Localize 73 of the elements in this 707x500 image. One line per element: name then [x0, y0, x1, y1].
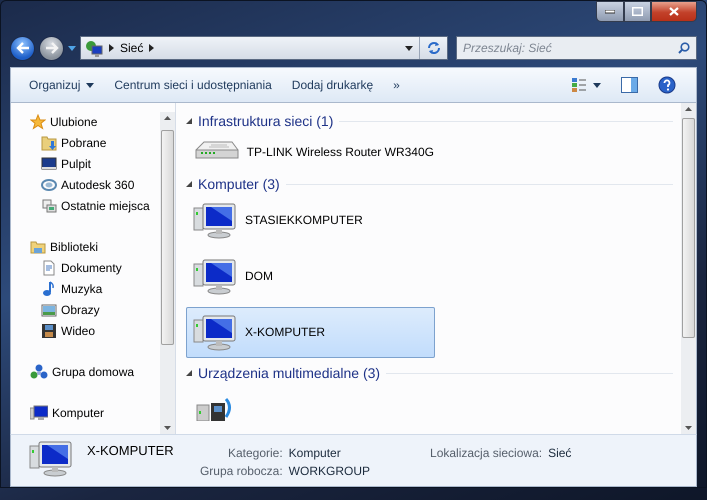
address-field[interactable]: Sieć [80, 36, 448, 60]
library-folder-icon [30, 239, 46, 256]
sidebar-item[interactable]: Grupa domowa [11, 362, 160, 383]
sidebar-item[interactable]: Autodesk 360 [11, 174, 160, 196]
homegroup-icon [30, 364, 48, 380]
history-dropdown-icon[interactable] [68, 46, 76, 50]
document-icon [41, 260, 57, 276]
computer-item[interactable]: STASIEKKOMPUTER [186, 194, 435, 246]
caret-icon [593, 82, 601, 88]
close-button[interactable] [651, 1, 697, 22]
property-value: Komputer [288, 444, 341, 462]
computer-icon [193, 258, 237, 295]
details-view-icon [571, 77, 587, 94]
sidebar-item[interactable]: Ostatnie miejsca [11, 196, 160, 217]
network-icon [85, 40, 103, 56]
computer-item[interactable]: DOM [186, 250, 435, 302]
group-header[interactable]: Komputer (3) [198, 174, 280, 195]
maximize-icon [632, 7, 643, 16]
search-field[interactable]: Przeszukaj: Sieć [456, 36, 697, 60]
sidebar-item[interactable]: Komputer [11, 402, 160, 424]
property-label: Lokalizacja sieciowa: [430, 444, 542, 462]
preview-pane-icon [621, 77, 638, 94]
sidebar-scrollbar[interactable] [160, 112, 175, 434]
breadcrumb-item[interactable]: Sieć [120, 39, 144, 57]
toolbar-button[interactable]: Dodaj drukarkę [282, 74, 384, 96]
computer-icon [30, 405, 48, 422]
dropdown-arrow-icon [405, 46, 413, 50]
overflow-button[interactable]: » [383, 74, 410, 96]
minimize-button[interactable] [596, 1, 624, 22]
film-strip-icon [41, 323, 57, 340]
download-folder-icon [41, 135, 57, 152]
group-header[interactable]: Urządzenia multimedialne (3) [198, 362, 380, 384]
arrow-left-icon [16, 42, 30, 54]
swirl-icon [41, 177, 57, 194]
property-value: WORKGROUP [288, 462, 370, 480]
computer-icon [193, 314, 237, 351]
caret-icon [86, 82, 94, 88]
star-icon [30, 114, 46, 130]
sidebar-item[interactable]: Obrazy [11, 300, 160, 321]
back-button[interactable] [10, 36, 35, 60]
details-name: X-KOMPUTER [87, 442, 174, 459]
sidebar-item[interactable]: Pobrane [11, 132, 160, 154]
recent-places-icon [41, 198, 57, 214]
property-value: Sieć [548, 444, 572, 462]
forward-button[interactable] [39, 36, 64, 60]
picture-icon [41, 302, 57, 318]
arrow-right-icon [44, 42, 58, 54]
content-scrollbar[interactable] [681, 102, 696, 434]
computer-item[interactable]: X-KOMPUTER [186, 306, 435, 358]
refresh-icon [426, 41, 442, 55]
minimize-icon [605, 10, 615, 14]
group-header[interactable]: Infrastruktura sieci (1) [198, 110, 334, 132]
desktop-icon [41, 156, 57, 172]
property-label: Kategorie: [226, 444, 283, 462]
sidebar-item[interactable]: Muzyka [11, 278, 160, 300]
router-item[interactable]: TP-LINK Wireless Router WR340G [186, 132, 435, 172]
property-label: Grupa robocza: [198, 462, 283, 480]
help-icon [658, 76, 676, 94]
sidebar-item[interactable]: Ulubione [11, 112, 160, 133]
computer-icon [29, 440, 73, 477]
maximize-button[interactable] [624, 1, 651, 22]
sidebar-item[interactable]: Pulpit [11, 154, 160, 175]
search-icon [678, 42, 690, 54]
toolbar-button[interactable]: Centrum sieci i udostępniania [104, 74, 282, 96]
chevron-icon [109, 44, 114, 52]
sidebar-item[interactable]: Biblioteki [11, 236, 160, 258]
toolbar-button[interactable]: Organizuj [19, 74, 104, 96]
computer-icon [193, 202, 237, 239]
music-note-icon [41, 281, 57, 298]
chevron-icon [149, 44, 154, 52]
sidebar-item[interactable]: Dokumenty [11, 258, 160, 279]
sidebar-item[interactable]: Wideo [11, 320, 160, 342]
close-icon [669, 7, 679, 16]
